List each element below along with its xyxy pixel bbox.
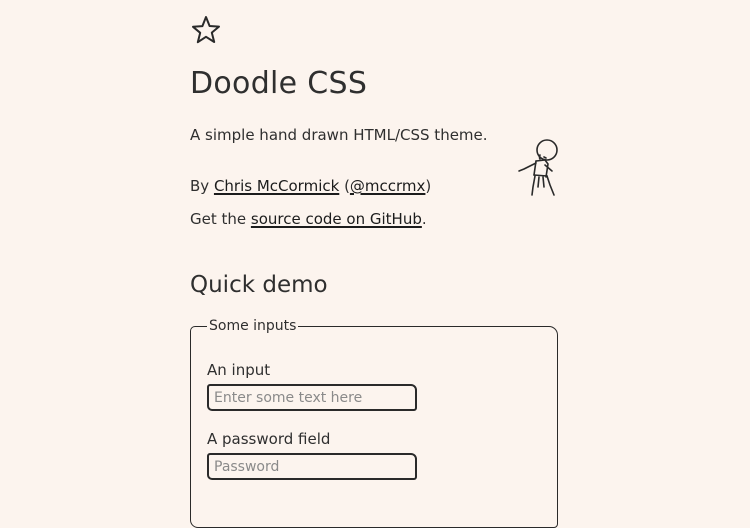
star-icon	[190, 14, 222, 46]
handle-close: )	[425, 177, 432, 195]
source-suffix: .	[421, 210, 427, 228]
handle-open: (	[339, 177, 350, 195]
quick-demo-heading: Quick demo	[190, 272, 328, 298]
author-link[interactable]: Chris McCormick	[214, 177, 339, 195]
inputs-fieldset: Some inputs An input A password field	[190, 316, 558, 528]
text-input[interactable]	[207, 384, 417, 411]
password-label: A password field	[207, 430, 331, 448]
stick-figure-doodle	[512, 135, 564, 205]
password-input[interactable]	[207, 453, 417, 480]
source-code-link[interactable]: source code on GitHub	[251, 210, 422, 228]
intro-text: A simple hand drawn HTML/CSS theme.	[190, 126, 488, 144]
handle-link[interactable]: @mccrmx	[350, 177, 426, 195]
input-label: An input	[207, 361, 271, 379]
page-title: Doodle CSS	[190, 66, 368, 101]
byline: By Chris McCormick (@mccrmx)	[190, 176, 431, 196]
source-prefix: Get the	[190, 210, 251, 228]
fieldset-legend: Some inputs	[207, 316, 299, 336]
source-line: Get the source code on GitHub.	[190, 209, 427, 229]
byline-prefix: By	[190, 177, 214, 195]
